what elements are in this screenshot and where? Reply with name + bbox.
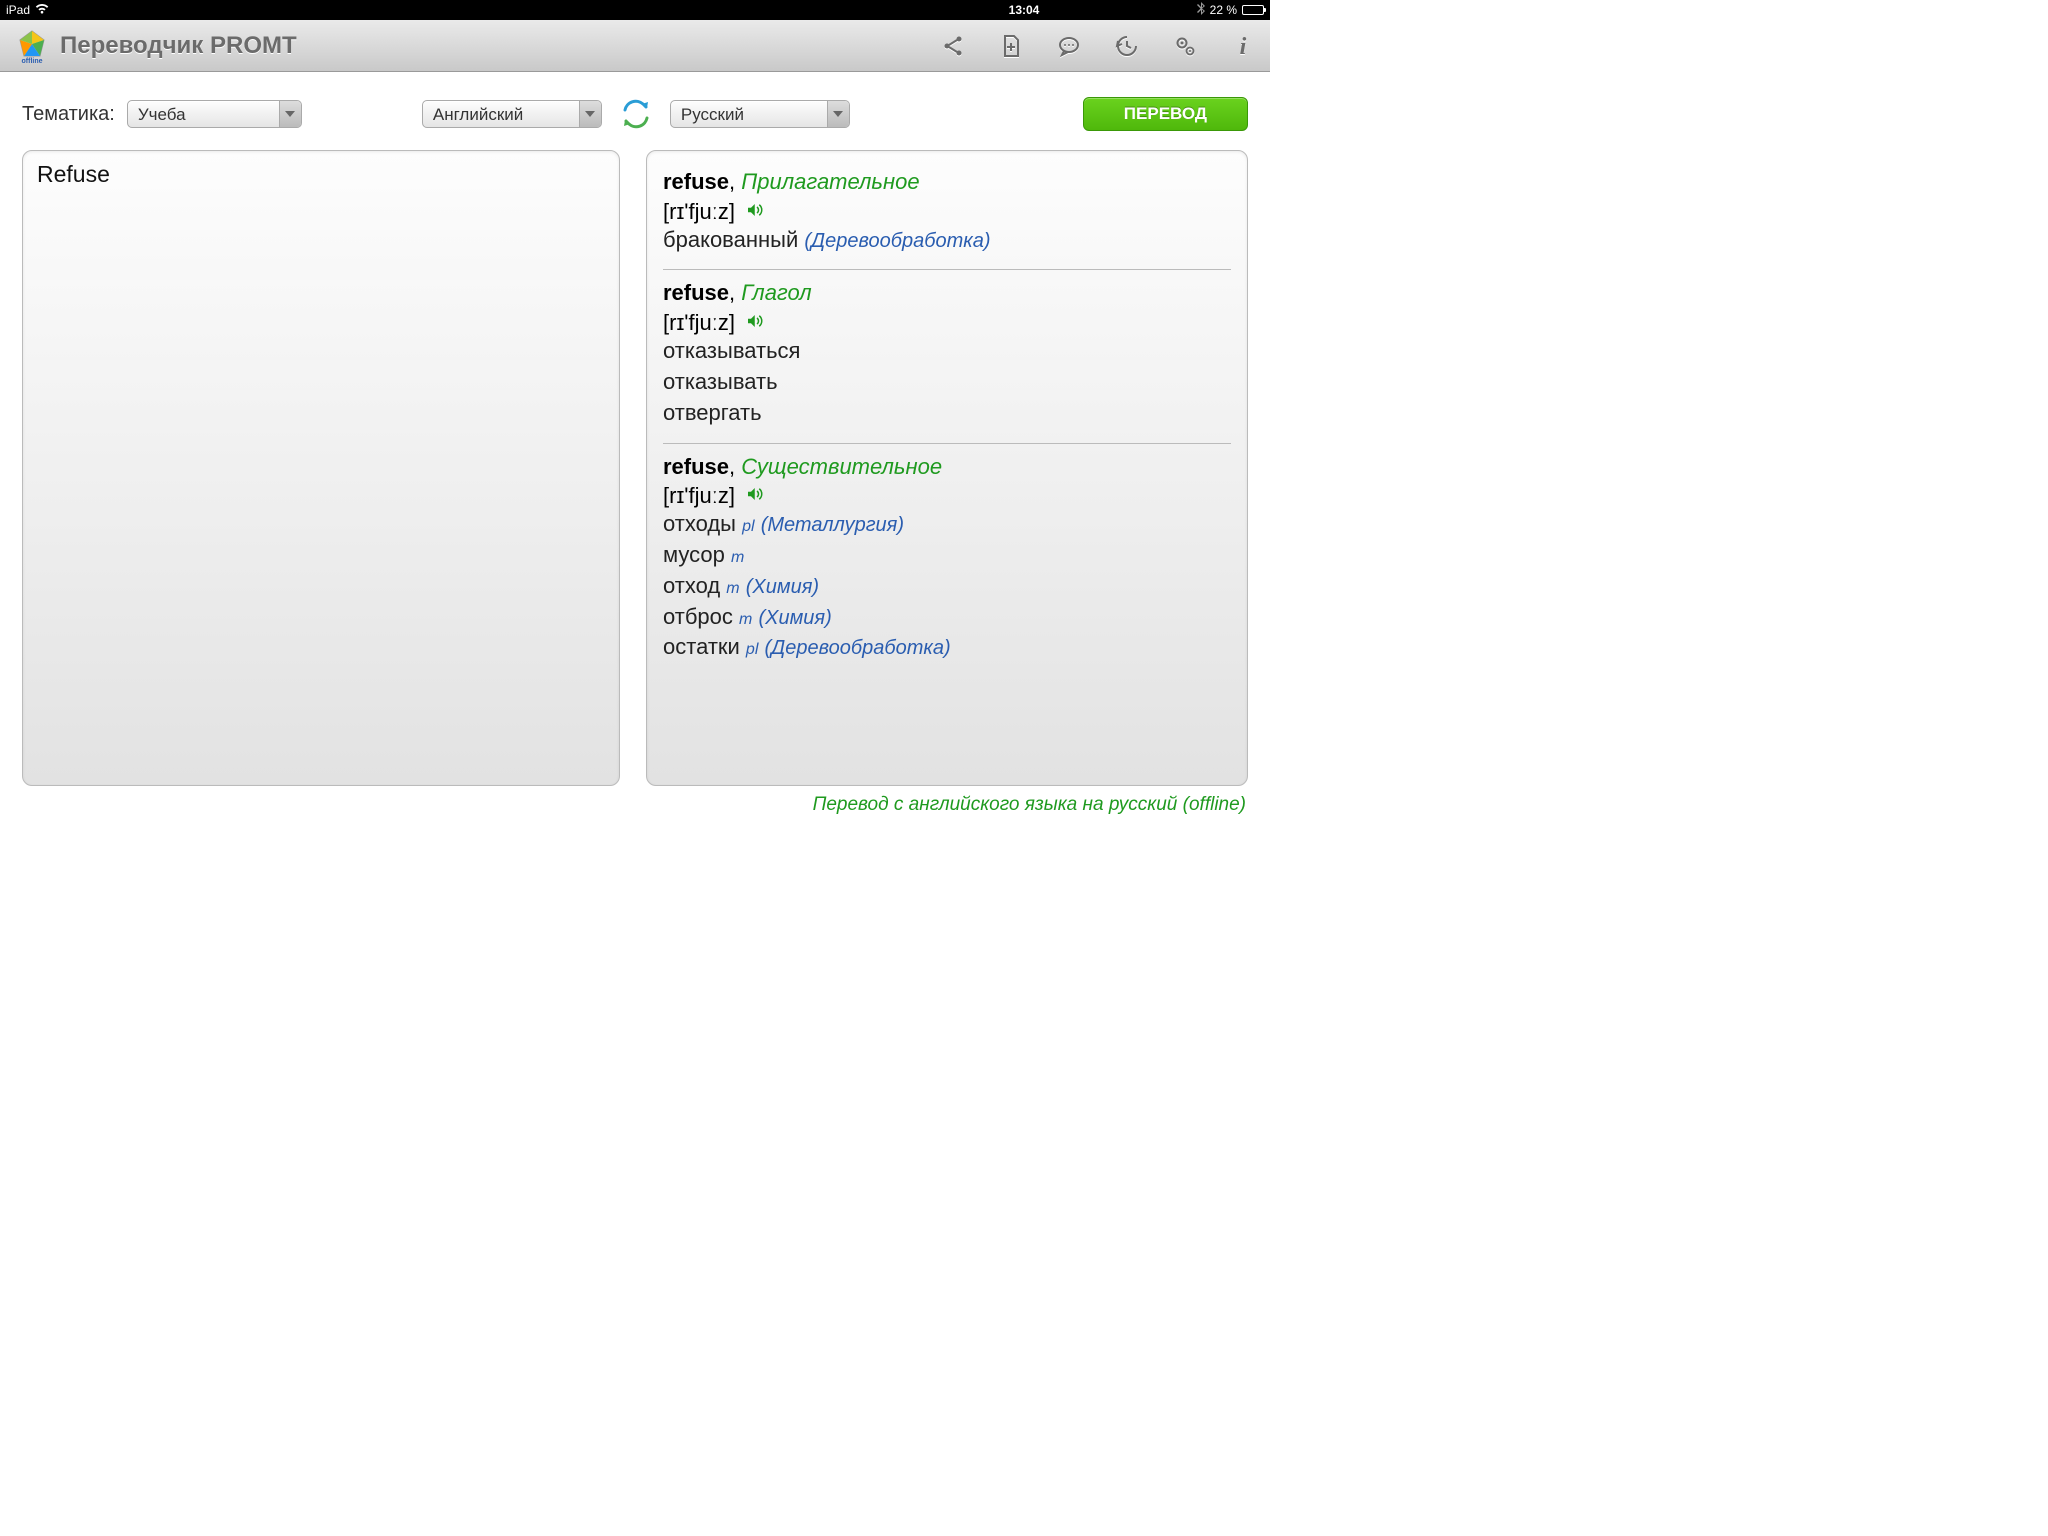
svg-text:offline: offline (22, 58, 43, 64)
entry-phonetic: [rɪ'fjuːz] (663, 310, 735, 336)
entry-word: refuse (663, 169, 729, 194)
info-icon[interactable]: i (1230, 33, 1256, 59)
device-label: iPad (6, 3, 30, 17)
translation-grammar: m (731, 549, 744, 566)
translation-grammar: m (726, 580, 739, 597)
entry-word: refuse (663, 280, 729, 305)
entry-pos: Глагол (741, 280, 811, 305)
entry-pos: Прилагательное (741, 169, 919, 194)
translation-grammar: pl (742, 518, 754, 535)
translation-line: отходы pl (Металлургия) (663, 509, 1231, 540)
translation-domain: (Деревообработка) (804, 230, 990, 252)
translation-line: отброс m (Химия) (663, 602, 1231, 633)
entry-phonetic: [rɪ'fjuːz] (663, 199, 735, 225)
input-panel[interactable]: Refuse (22, 150, 620, 786)
battery-percent: 22 % (1210, 3, 1237, 17)
app-header: offline Переводчик PROMT i (0, 20, 1270, 72)
translation-domain: (Металлургия) (761, 514, 904, 536)
translation-line: отход m (Химия) (663, 571, 1231, 602)
translation-grammar: m (739, 611, 752, 628)
history-icon[interactable] (1114, 33, 1140, 59)
add-document-icon[interactable] (998, 33, 1024, 59)
translation-domain: (Деревообработка) (765, 637, 951, 659)
share-icon[interactable] (940, 33, 966, 59)
translation-line: бракованный (Деревообработка) (663, 225, 1231, 256)
translation-grammar: pl (746, 641, 758, 658)
entry-phonetic: [rɪ'fjuːz] (663, 483, 735, 509)
app-logo: offline (14, 28, 50, 64)
speaker-icon[interactable] (745, 483, 763, 509)
entry-word: refuse (663, 454, 729, 479)
translation-line: отказываться (663, 336, 1231, 367)
topic-select[interactable]: Учеба (127, 100, 302, 128)
bluetooth-icon (1197, 2, 1205, 18)
input-text: Refuse (37, 161, 605, 188)
battery-icon (1242, 5, 1264, 15)
dictionary-entry: refuse, Существительное[rɪ'fjuːz] отходы… (663, 444, 1231, 678)
source-lang-select[interactable]: Английский (422, 100, 602, 128)
dictionary-entry: refuse, Глагол[rɪ'fjuːz] отказыватьсяотк… (663, 270, 1231, 443)
footer-note: Перевод с английского языка на русский (… (0, 786, 1270, 816)
translation-domain: (Химия) (746, 576, 819, 598)
settings-icon[interactable] (1172, 33, 1198, 59)
speaker-icon[interactable] (745, 199, 763, 225)
translation-line: мусор m (663, 540, 1231, 571)
controls-row: Тематика: Учеба Английский Русский ПЕРЕВ… (0, 72, 1270, 150)
translation-line: отвергать (663, 398, 1231, 429)
clock: 13:04 (1009, 3, 1040, 17)
translate-button[interactable]: ПЕРЕВОД (1083, 97, 1248, 131)
dictionary-entry: refuse, Прилагательное[rɪ'fjuːz] бракова… (663, 159, 1231, 270)
app-title: Переводчик PROMT (60, 32, 297, 60)
result-panel[interactable]: refuse, Прилагательное[rɪ'fjuːz] бракова… (646, 150, 1248, 786)
svg-text:i: i (1240, 34, 1247, 58)
speaker-icon[interactable] (745, 310, 763, 336)
translation-line: отказывать (663, 367, 1231, 398)
translation-domain: (Химия) (758, 607, 831, 629)
topic-label: Тематика: (22, 103, 115, 126)
wifi-icon (35, 3, 49, 17)
status-bar: iPad 13:04 22 % (0, 0, 1270, 20)
swap-languages-button[interactable] (618, 96, 654, 132)
target-lang-select[interactable]: Русский (670, 100, 850, 128)
entry-pos: Существительное (741, 454, 942, 479)
chat-icon[interactable] (1056, 33, 1082, 59)
translation-line: остатки pl (Деревообработка) (663, 632, 1231, 663)
